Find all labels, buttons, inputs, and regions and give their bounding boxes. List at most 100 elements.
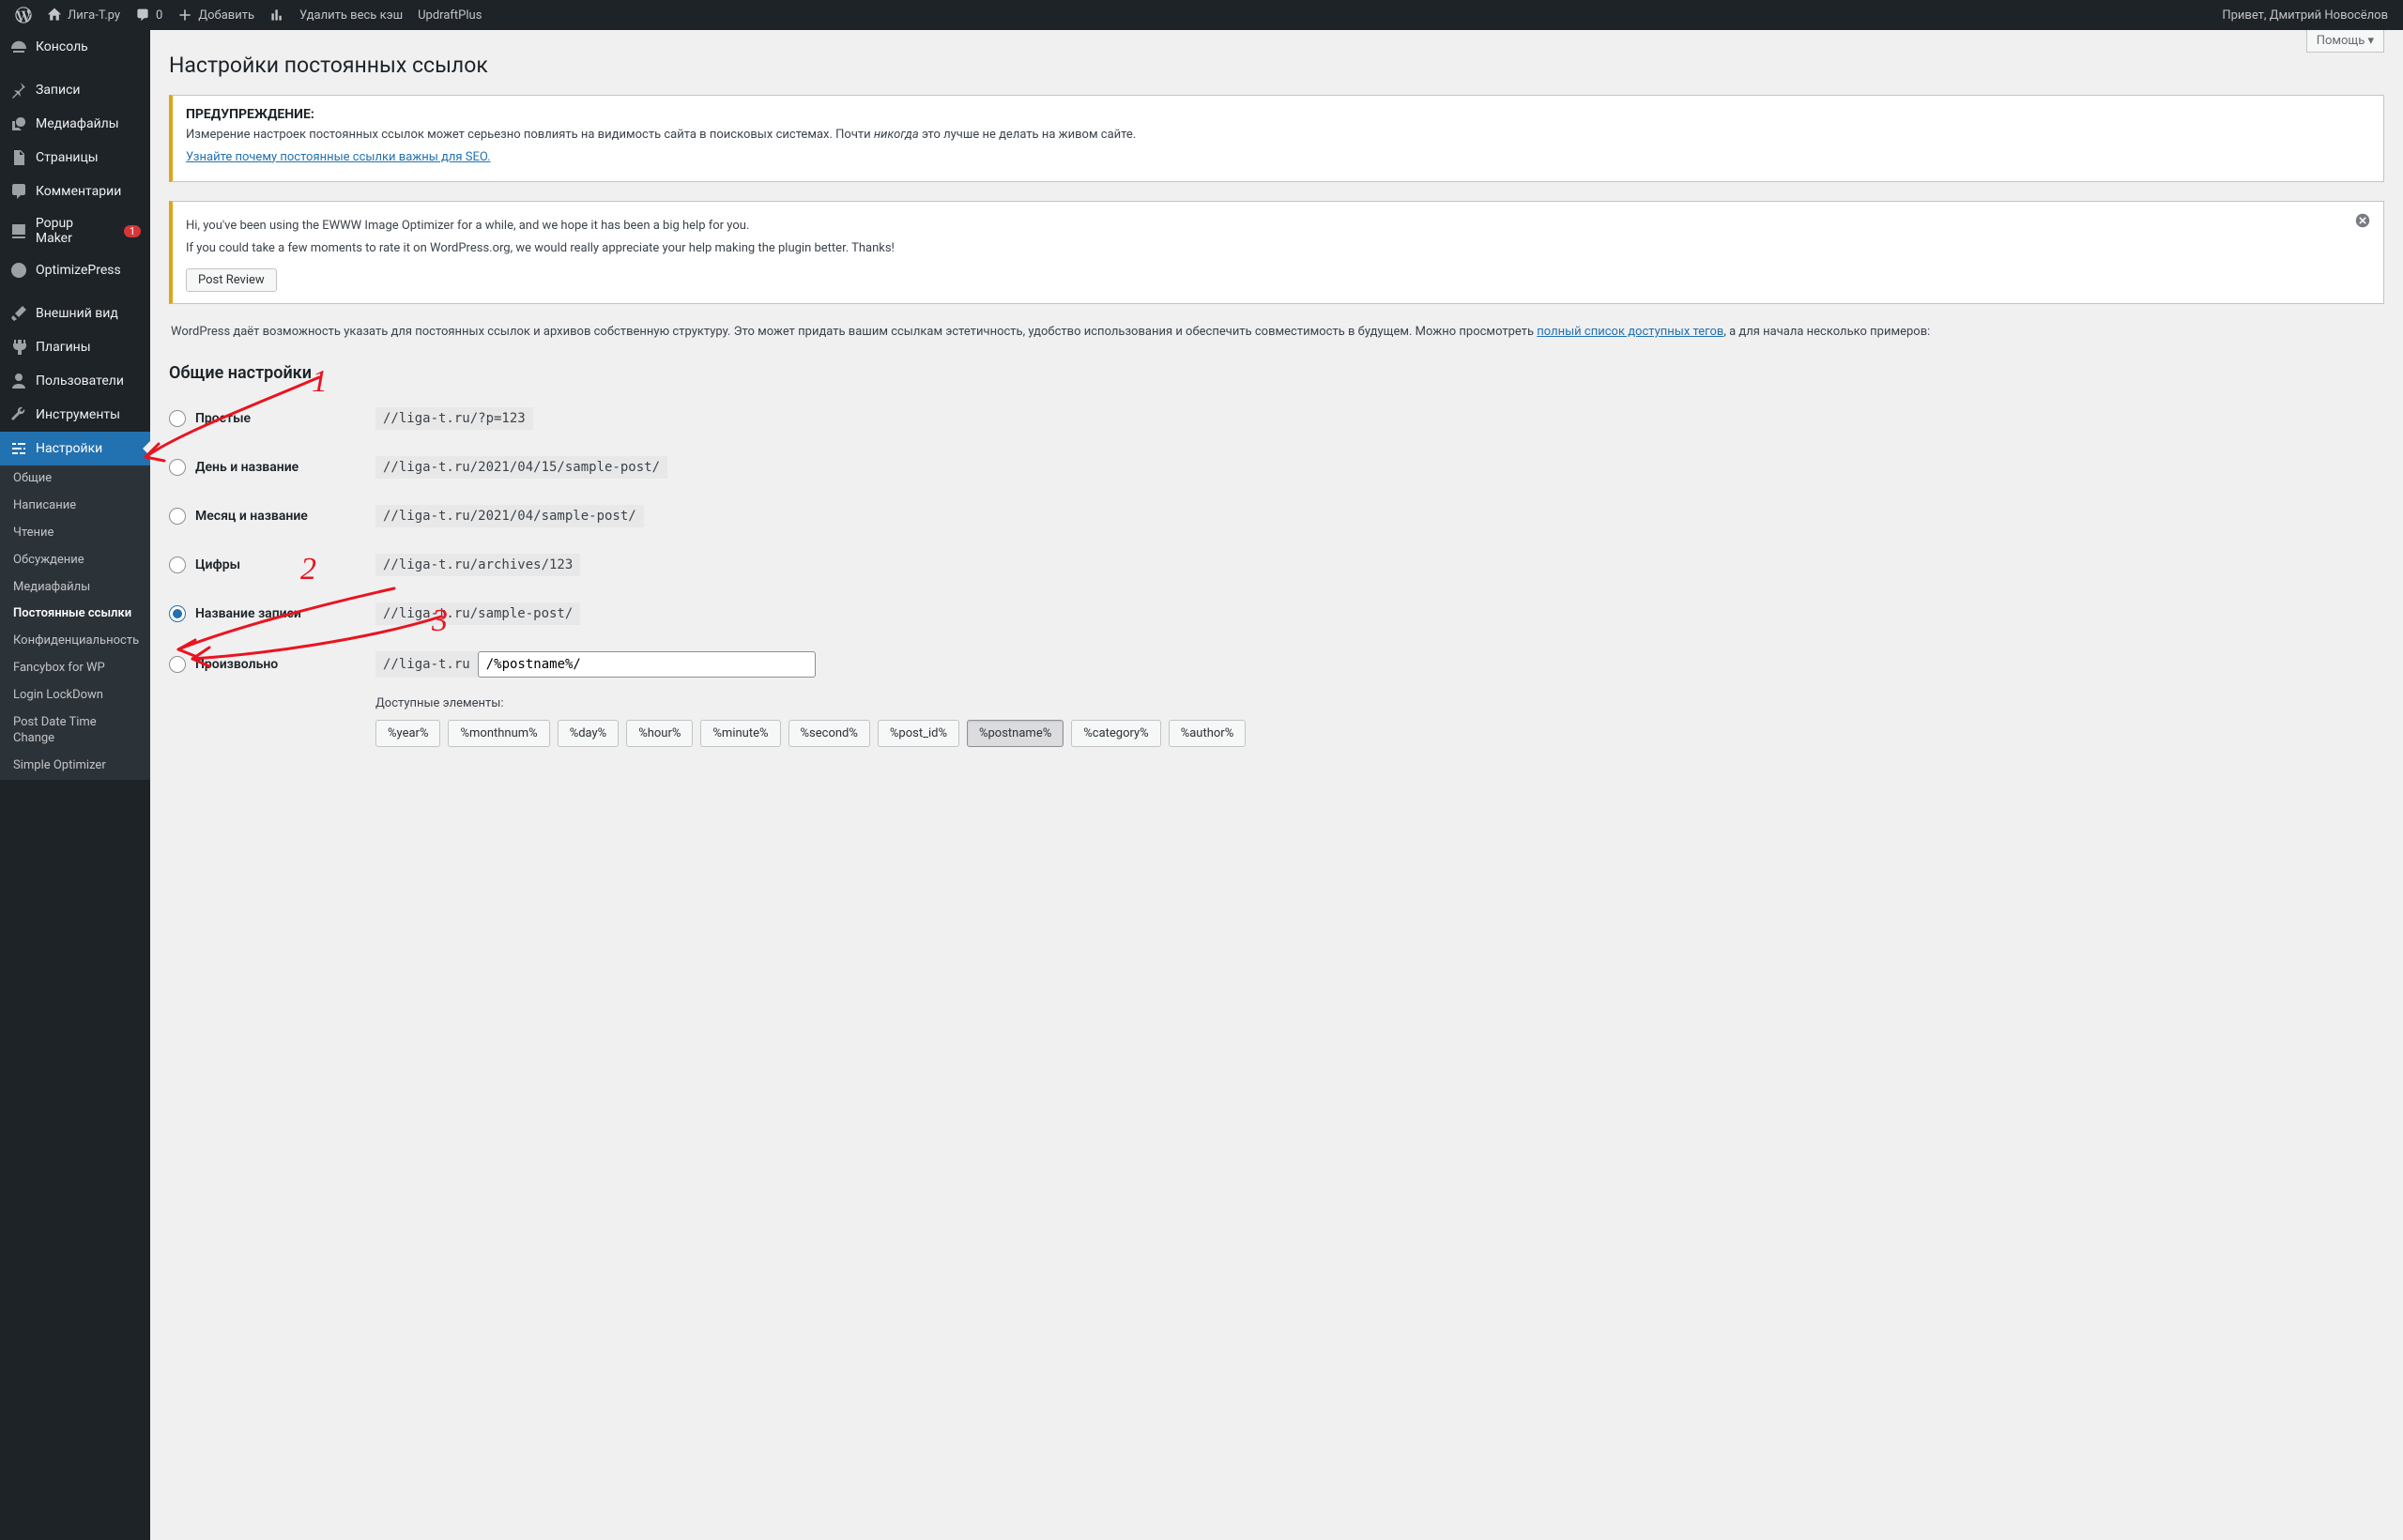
sample-month: //liga-t.ru/2021/04/sample-post/: [375, 505, 644, 527]
structure-tag-button[interactable]: %hour%: [626, 720, 693, 747]
popup-badge: 1: [124, 225, 141, 237]
sidebar-sub-general[interactable]: Общие: [0, 465, 150, 493]
content-area: Помощь Настройки постоянных ссылок ПРЕДУ…: [150, 30, 2403, 803]
seo-warning-link[interactable]: Узнайте почему постоянные ссылки важны д…: [186, 150, 491, 164]
radio-numeric-input[interactable]: [169, 557, 186, 573]
sidebar-item-appearance[interactable]: Внешний вид: [0, 297, 150, 330]
sidebar-item-media[interactable]: Медиафайлы: [0, 107, 150, 141]
sidebar-item-popup-maker[interactable]: Popup Maker 1: [0, 208, 150, 253]
sidebar-label-popup: Popup Maker: [36, 216, 113, 246]
close-icon: [2355, 213, 2370, 228]
ewww-review-notice: Hi, you've been using the EWWW Image Opt…: [169, 201, 2384, 304]
sidebar-item-users[interactable]: Пользователи: [0, 364, 150, 398]
site-name-link[interactable]: Лига-Т.ру: [39, 0, 128, 30]
structure-tag-button[interactable]: %postname%: [967, 720, 1064, 747]
sidebar-sub-media[interactable]: Медиафайлы: [0, 574, 150, 602]
clear-cache-link[interactable]: Удалить весь кэш: [292, 0, 410, 30]
sidebar-item-dashboard[interactable]: Консоль: [0, 30, 150, 64]
sidebar-sub-discussion[interactable]: Обсуждение: [0, 547, 150, 574]
wrench-icon: [9, 405, 28, 424]
site-name-label: Лига-Т.ру: [68, 8, 120, 23]
popup-icon: [9, 221, 28, 240]
updraft-link[interactable]: UpdraftPlus: [410, 0, 489, 30]
greeting-link[interactable]: Привет, Дмитрий Новосёлов: [2214, 0, 2395, 30]
custom-prefix: //liga-t.ru: [375, 651, 478, 678]
sidebar-sub-writing[interactable]: Написание: [0, 493, 150, 520]
permalink-option-postname: Название записи //liga-t.ru/sample-post/: [169, 589, 2384, 638]
page-title: Настройки постоянных ссылок: [169, 53, 2384, 78]
sidebar-item-plugins[interactable]: Плагины: [0, 330, 150, 364]
structure-tag-button[interactable]: %year%: [375, 720, 440, 747]
permalink-option-plain: Простые //liga-t.ru/?p=123: [169, 394, 2384, 443]
sliders-icon: [9, 439, 28, 458]
sidebar-sub-privacy[interactable]: Конфиденциальность: [0, 628, 150, 655]
radio-numeric[interactable]: Цифры: [169, 557, 375, 573]
sidebar-sub-fancybox[interactable]: Fancybox for WP: [0, 655, 150, 682]
radio-month-input[interactable]: [169, 508, 186, 525]
sidebar-item-pages[interactable]: Страницы: [0, 141, 150, 175]
wordpress-icon: [15, 7, 32, 23]
radio-month[interactable]: Месяц и название: [169, 508, 375, 525]
ewww-line1: Hi, you've been using the EWWW Image Opt…: [186, 217, 895, 236]
admin-sidebar: Консоль Записи Медиафайлы Страницы Комме…: [0, 30, 150, 1540]
sidebar-item-optimizepress[interactable]: OptimizePress: [0, 253, 150, 287]
custom-structure-input[interactable]: [478, 651, 816, 678]
sidebar-item-comments[interactable]: Комментарии: [0, 175, 150, 208]
radio-custom[interactable]: Произвольно: [169, 656, 375, 673]
brush-icon: [9, 304, 28, 323]
dismiss-notice-button[interactable]: [2355, 213, 2370, 232]
radio-plain[interactable]: Простые: [169, 410, 375, 427]
sidebar-sub-login-lockdown[interactable]: Login LockDown: [0, 682, 150, 709]
structure-tag-button[interactable]: %second%: [788, 720, 870, 747]
sidebar-sub-reading[interactable]: Чтение: [0, 520, 150, 547]
radio-custom-input[interactable]: [169, 656, 186, 673]
page-icon: [9, 148, 28, 167]
sidebar-sub-permalinks[interactable]: Постоянные ссылки: [0, 601, 150, 628]
seo-item[interactable]: [262, 0, 292, 30]
sample-postname: //liga-t.ru/sample-post/: [375, 602, 580, 625]
optimizepress-icon: [9, 261, 28, 280]
pin-icon: [9, 81, 28, 99]
comments-count: 0: [156, 8, 162, 23]
comments-link[interactable]: 0: [128, 0, 170, 30]
structure-tag-button[interactable]: %day%: [558, 720, 620, 747]
radio-plain-label: Простые: [195, 411, 251, 426]
add-new-link[interactable]: Добавить: [170, 0, 262, 30]
sidebar-sub-post-date[interactable]: Post Date Time Change: [0, 709, 150, 753]
sidebar-label-settings: Настройки: [36, 441, 102, 456]
radio-day[interactable]: День и название: [169, 459, 375, 476]
sidebar-label-users: Пользователи: [36, 374, 124, 389]
structure-tag-button[interactable]: %author%: [1169, 720, 1247, 747]
radio-day-input[interactable]: [169, 459, 186, 476]
structure-tag-button[interactable]: %minute%: [700, 720, 780, 747]
radio-plain-input[interactable]: [169, 410, 186, 427]
sidebar-label-pages: Страницы: [36, 150, 99, 165]
plus-icon: [177, 8, 192, 23]
sidebar-item-posts[interactable]: Записи: [0, 73, 150, 107]
permalink-option-month: Месяц и название //liga-t.ru/2021/04/sam…: [169, 492, 2384, 541]
radio-postname-input[interactable]: [169, 605, 186, 622]
help-tab[interactable]: Помощь: [2306, 30, 2384, 53]
available-tags-link[interactable]: полный список доступных тегов: [1537, 325, 1723, 339]
sidebar-sub-simple-optimizer[interactable]: Simple Optimizer: [0, 753, 150, 780]
radio-postname[interactable]: Название записи: [169, 605, 375, 622]
sidebar-label-plugins: Плагины: [36, 340, 91, 355]
wp-logo[interactable]: [8, 0, 39, 30]
sidebar-item-tools[interactable]: Инструменты: [0, 398, 150, 432]
sample-numeric: //liga-t.ru/archives/123: [375, 554, 580, 576]
add-new-label: Добавить: [198, 8, 254, 23]
sidebar-label-comments: Комментарии: [36, 184, 121, 199]
structure-tag-button[interactable]: %post_id%: [878, 720, 959, 747]
post-review-button[interactable]: Post Review: [186, 268, 277, 292]
sidebar-item-settings[interactable]: Настройки: [0, 432, 150, 465]
sample-plain: //liga-t.ru/?p=123: [375, 407, 533, 430]
available-tags-label: Доступные элементы:: [375, 696, 2384, 710]
dashboard-icon: [9, 38, 28, 56]
greeting-label: Привет, Дмитрий Новосёлов: [2222, 8, 2388, 23]
structure-tag-button[interactable]: %monthnum%: [448, 720, 549, 747]
sidebar-label-media: Медиафайлы: [36, 116, 119, 131]
comments-icon: [9, 182, 28, 201]
sample-day: //liga-t.ru/2021/04/15/sample-post/: [375, 456, 667, 479]
structure-tag-button[interactable]: %category%: [1071, 720, 1160, 747]
permalink-option-custom: Произвольно //liga-t.ru: [169, 638, 2384, 691]
